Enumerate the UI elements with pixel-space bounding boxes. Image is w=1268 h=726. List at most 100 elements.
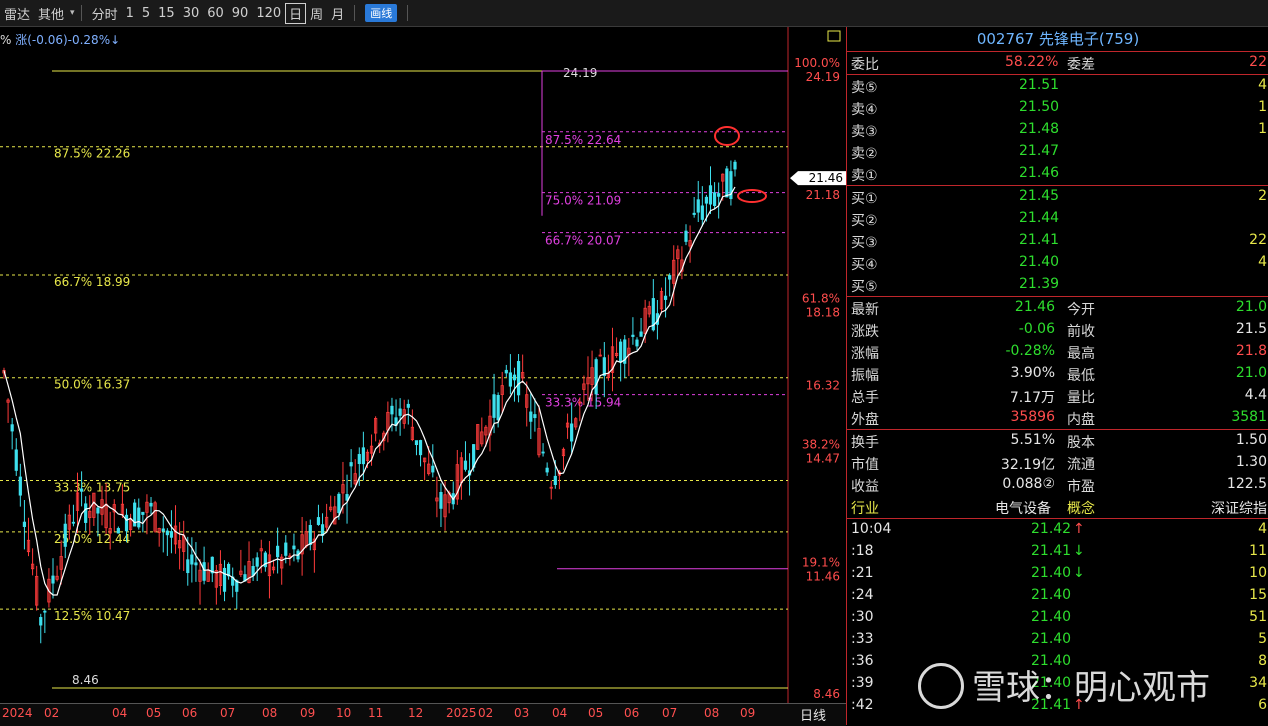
quote-value: 3581 bbox=[1231, 409, 1267, 425]
buy-price[interactable]: 21.41 bbox=[1019, 232, 1059, 248]
tick-row-2: :21 21.40 ↓ 10 bbox=[847, 563, 1268, 585]
candle-body bbox=[492, 394, 496, 418]
candle-body bbox=[284, 542, 288, 556]
quote-value: 21.8 bbox=[1235, 343, 1267, 359]
tick-time: 10:04 bbox=[851, 521, 892, 537]
concept-value[interactable]: 深证综指 bbox=[1211, 498, 1267, 518]
buy-row-1: 买② 21.44 bbox=[847, 208, 1268, 230]
candle-body bbox=[463, 460, 468, 470]
legend-arrow: ↓ bbox=[110, 33, 121, 47]
axis-pct-0: 100.0% bbox=[794, 56, 840, 70]
sell-price[interactable]: 21.50 bbox=[1019, 99, 1059, 115]
fib-left-label-0: 87.5% 22.26 bbox=[54, 147, 130, 161]
toolbar-item-5[interactable]: 15 bbox=[154, 6, 179, 21]
sell-price[interactable]: 21.48 bbox=[1019, 121, 1059, 137]
kline-chart[interactable]: 24.19 8.46 87.5% 22.26 66.7% 18.99 50.0% 16.… bbox=[0, 27, 846, 725]
tick-time: :30 bbox=[851, 609, 874, 625]
quote-label: 内盘 bbox=[1067, 412, 1095, 428]
toolbar-item-8[interactable]: 90 bbox=[228, 6, 253, 21]
industry-value[interactable]: 电气设备 bbox=[995, 498, 1051, 518]
tick-volume: 15 bbox=[1249, 587, 1267, 603]
sell-price[interactable]: 21.51 bbox=[1019, 77, 1059, 93]
sell-row-3: 卖② 21.47 bbox=[847, 141, 1268, 163]
quote-value: 7.17万 bbox=[1009, 390, 1055, 406]
weibi-row: 委比 58.22% 委差 22 bbox=[847, 52, 1268, 75]
xueqiu-logo-icon bbox=[918, 662, 964, 709]
sell-price[interactable]: 21.47 bbox=[1019, 143, 1059, 159]
x-axis-label-16: 06 bbox=[624, 706, 640, 720]
quote-label: 最高 bbox=[1067, 346, 1095, 362]
x-axis-label-7: 09 bbox=[300, 706, 316, 720]
stock-title[interactable]: 002767 先锋电子(759) bbox=[847, 27, 1268, 52]
tick-price: 21.40 bbox=[1031, 587, 1072, 603]
weicha-value: 22 bbox=[1249, 54, 1267, 70]
candle-body bbox=[663, 295, 668, 300]
sell-label: 卖② bbox=[851, 146, 878, 162]
info-label: 股本 bbox=[1067, 435, 1095, 451]
period-label[interactable]: 日线 bbox=[800, 705, 826, 724]
buy-price[interactable]: 21.40 bbox=[1019, 254, 1059, 270]
toolbar-item-2[interactable]: 分时 bbox=[88, 4, 122, 23]
x-axis-label-14: 04 bbox=[552, 706, 568, 720]
info-label: 市盈 bbox=[1067, 479, 1095, 495]
industry-row: 行业 电气设备 概念 深证综指 bbox=[847, 496, 1268, 519]
fib-right-label-3: 33.3% 15.94 bbox=[545, 396, 621, 410]
candle-body bbox=[39, 617, 43, 626]
candle-body bbox=[684, 230, 688, 242]
tick-row-5: :33 21.40 5 bbox=[847, 629, 1268, 651]
quote-label: 量比 bbox=[1067, 390, 1095, 406]
quote-label: 前收 bbox=[1067, 324, 1095, 340]
kline-svg[interactable]: 24.19 8.46 87.5% 22.26 66.7% 18.99 50.0% 16.… bbox=[0, 27, 846, 703]
toolbar-item-1[interactable]: 其他 bbox=[34, 4, 68, 23]
candle-body bbox=[668, 275, 672, 280]
tick-time: :39 bbox=[851, 675, 874, 691]
sell-row-4: 卖① 21.46 bbox=[847, 163, 1268, 185]
candle-body bbox=[398, 408, 402, 416]
buy-price[interactable]: 21.45 bbox=[1019, 188, 1059, 204]
candle-body bbox=[43, 610, 47, 613]
quote-row-3: 振幅 3.90% 最低 21.0 bbox=[847, 363, 1268, 385]
tick-volume: 4 bbox=[1258, 521, 1267, 537]
candle-body bbox=[202, 562, 206, 581]
candle-body bbox=[18, 476, 22, 496]
toolbar-item-6[interactable]: 30 bbox=[179, 6, 204, 21]
fib-left-label-2: 50.0% 16.37 bbox=[54, 378, 130, 392]
quote-value: 3.90% bbox=[1010, 365, 1055, 381]
candle-body bbox=[10, 424, 14, 432]
buy-price[interactable]: 21.39 bbox=[1019, 276, 1059, 292]
buy-price[interactable]: 21.44 bbox=[1019, 210, 1059, 226]
toolbar-item-7[interactable]: 60 bbox=[203, 6, 228, 21]
toolbar-item-3[interactable]: 1 bbox=[122, 6, 138, 21]
dropdown-caret-icon[interactable]: ▾ bbox=[70, 8, 75, 18]
quote-stats: 最新 21.46 今开 21.0 涨跌 -0.06 前收 21.5 涨幅 -0.28% 最高 21.8… bbox=[847, 297, 1268, 430]
candle-body bbox=[357, 454, 361, 465]
sell-price[interactable]: 21.46 bbox=[1019, 165, 1059, 181]
x-axis-label-10: 12 bbox=[408, 706, 424, 720]
x-axis-label-18: 08 bbox=[704, 706, 720, 720]
candle-body bbox=[51, 575, 55, 584]
tick-volume: 34 bbox=[1249, 675, 1267, 691]
draw-line-button[interactable]: 画线 bbox=[365, 4, 398, 22]
candle-body bbox=[418, 440, 423, 456]
legend-prefix: % bbox=[0, 33, 12, 47]
expand-icon[interactable] bbox=[827, 30, 841, 42]
toolbar-item-0[interactable]: 雷达 bbox=[0, 4, 34, 23]
sell-row-0: 卖⑤ 21.51 4 bbox=[847, 75, 1268, 97]
toolbar-item-4[interactable]: 5 bbox=[138, 6, 154, 21]
buy-label: 买④ bbox=[851, 257, 878, 273]
fib-left-label-5: 12.5% 10.47 bbox=[54, 609, 130, 623]
axis-pct-4: 38.2% bbox=[802, 437, 840, 451]
toolbar-item-10[interactable]: 日 bbox=[285, 2, 307, 24]
x-axis-label-8: 10 bbox=[336, 706, 352, 720]
candle-body bbox=[431, 465, 435, 473]
toolbar-item-9[interactable]: 120 bbox=[252, 6, 285, 21]
candle-body bbox=[71, 521, 76, 524]
toolbar-item-12[interactable]: 月 bbox=[327, 4, 348, 23]
x-axis-label-12: 02 bbox=[478, 706, 494, 720]
concept-label: 概念 bbox=[1067, 501, 1095, 517]
buy-row-2: 买③ 21.41 22 bbox=[847, 230, 1268, 252]
toolbar-item-11[interactable]: 周 bbox=[306, 4, 327, 23]
tick-time: :24 bbox=[851, 587, 874, 603]
tick-volume: 5 bbox=[1258, 631, 1267, 647]
candle-body bbox=[631, 334, 635, 337]
